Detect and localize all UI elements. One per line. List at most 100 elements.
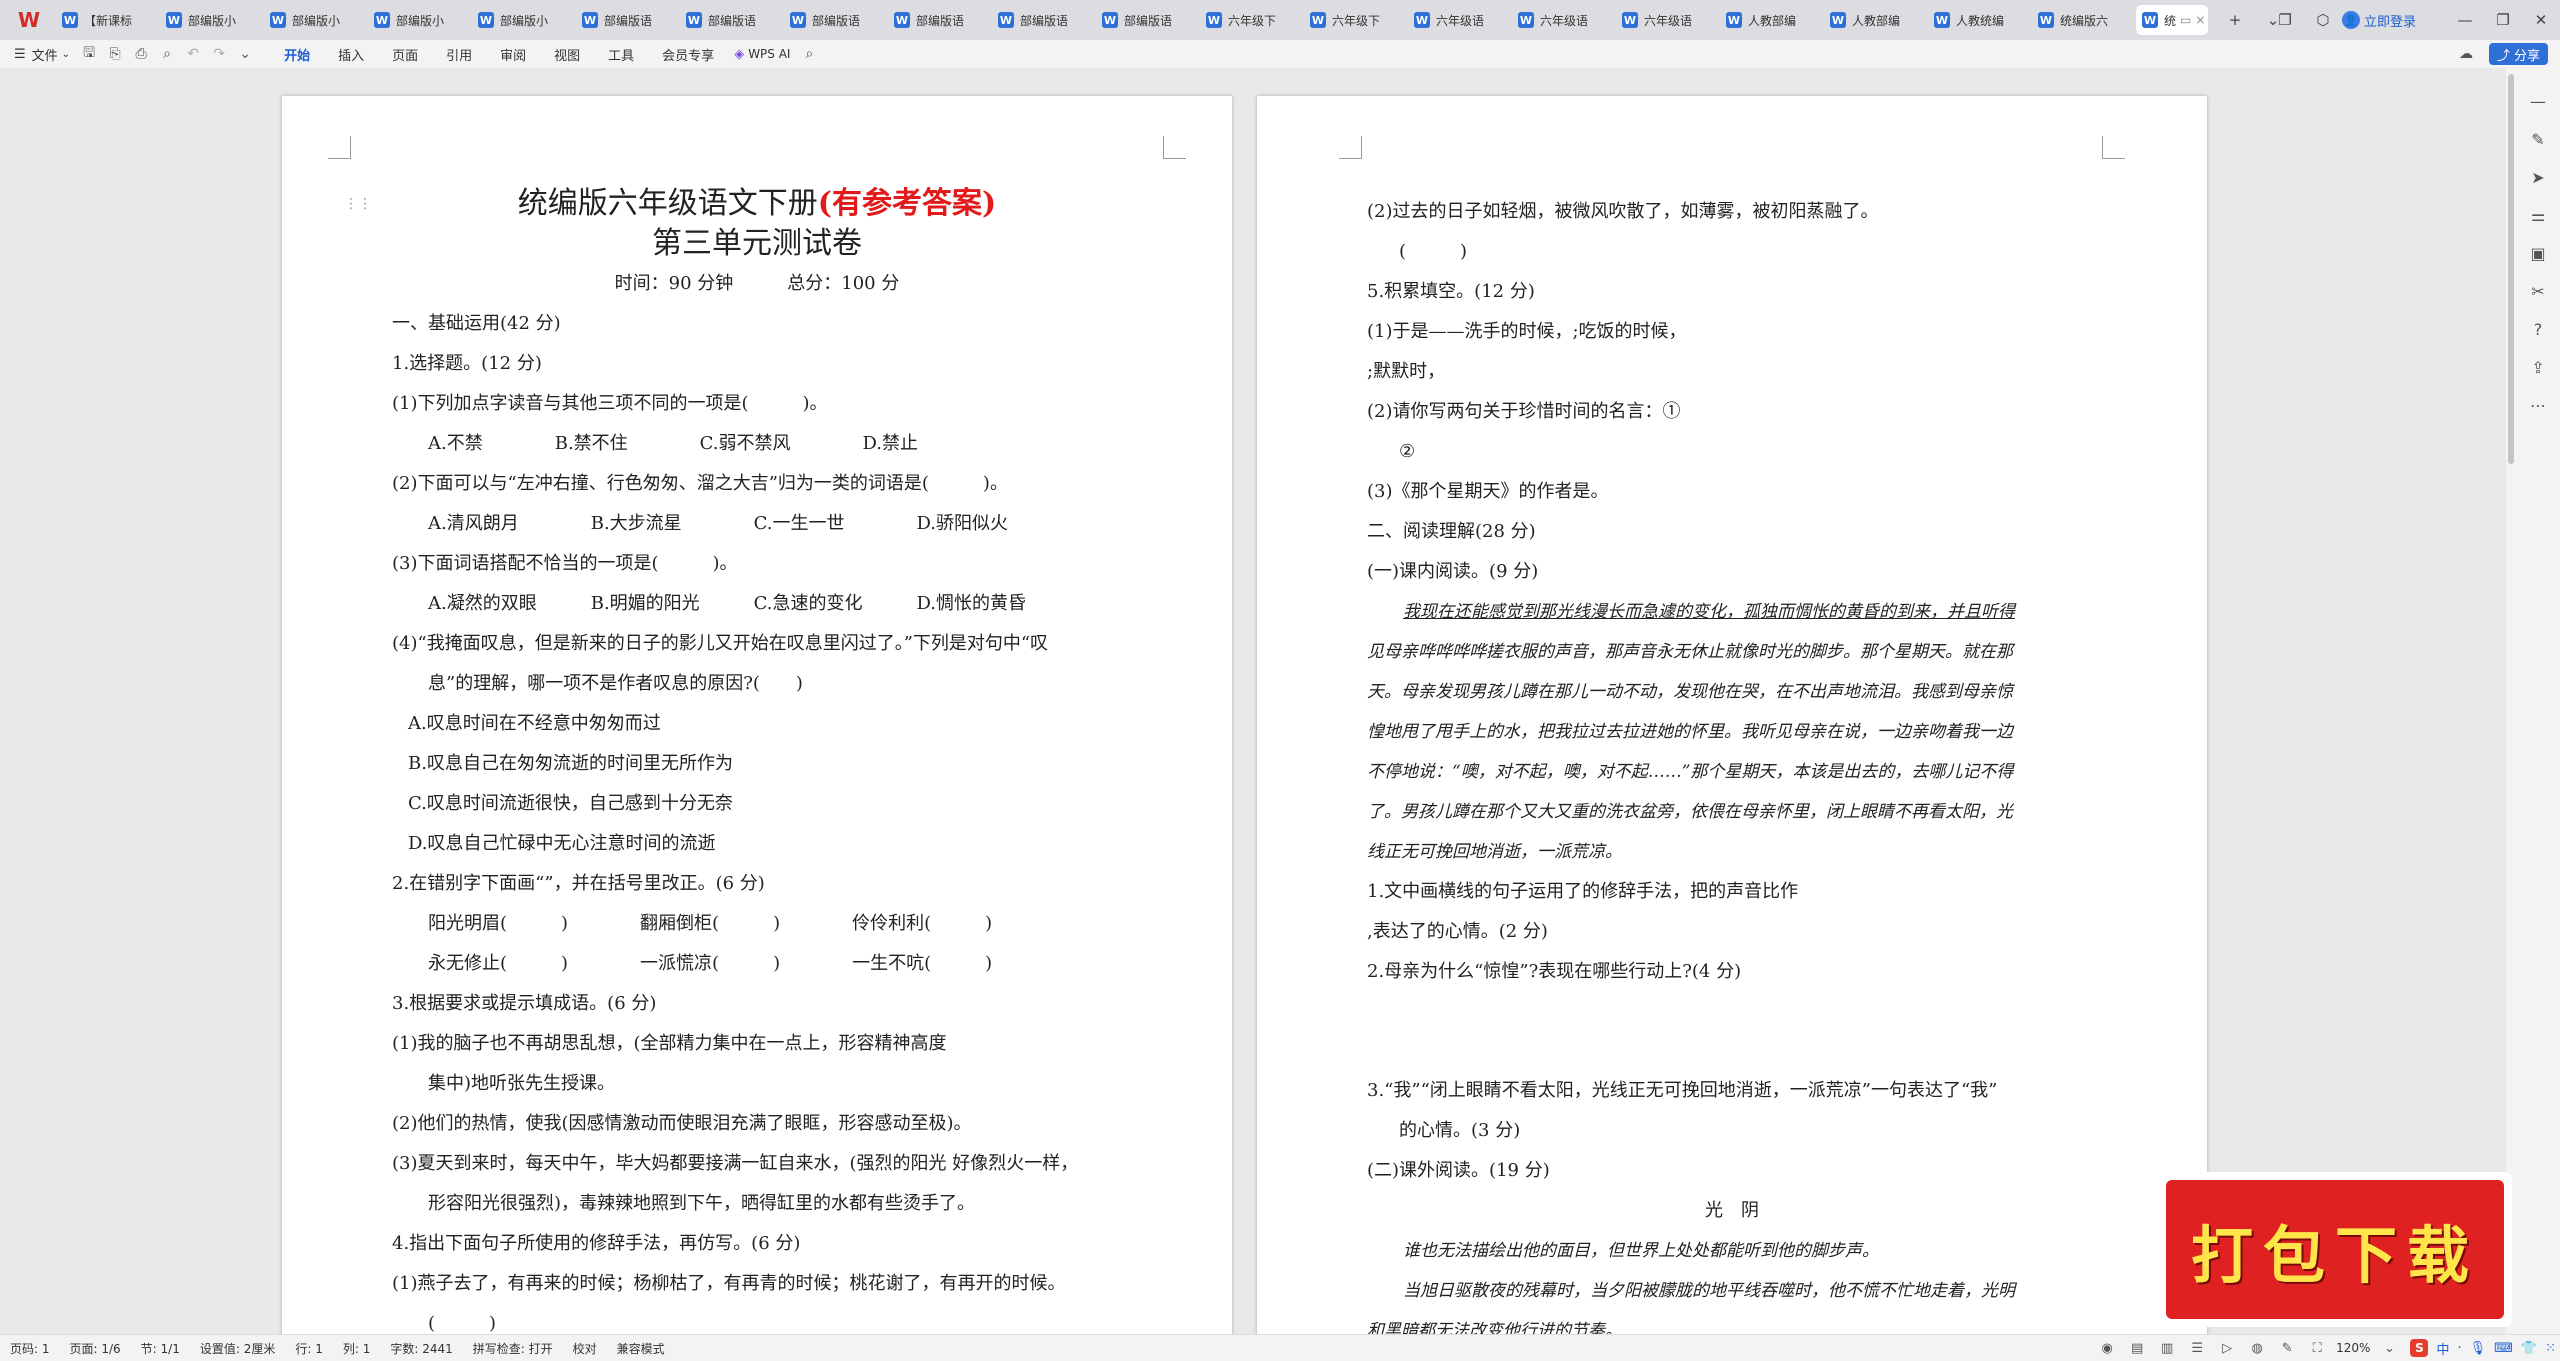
file-menu[interactable]: ☰ 文件 ⌄ [14, 45, 70, 64]
collapse-icon[interactable]: — [2526, 89, 2550, 113]
page1-text-line: 4.指出下面句子所使用的修辞手法，再仿写。(6 分) [392, 1233, 801, 1254]
zoom-level[interactable]: 120% [2336, 1341, 2370, 1355]
status-proof[interactable]: 校对 [573, 1340, 597, 1357]
page1-text-line: A.不禁 B.禁不住 C.弱不禁风 D.禁止 [428, 433, 919, 454]
quick-access-chevron-icon[interactable]: ⌄ [235, 44, 255, 64]
tab-document[interactable]: W 六年级语 [1616, 5, 1712, 35]
vertical-scrollbar[interactable] [2506, 68, 2516, 1334]
tab-document[interactable]: W 六年级语 [1408, 5, 1504, 35]
menu-tab-7[interactable]: 会员专享 [662, 45, 714, 64]
tab-document[interactable]: W 部编版语 [576, 5, 672, 35]
more-icon[interactable]: ⋯ [2526, 393, 2550, 417]
format-icon[interactable]: ▣ [2526, 241, 2550, 265]
redo-icon[interactable]: ↷ [209, 44, 229, 64]
status-compat-mode[interactable]: 兼容模式 [617, 1340, 665, 1357]
word-doc-icon: W [478, 12, 494, 28]
wps-ai-button[interactable]: ◈ WPS AI [734, 47, 790, 62]
document-workspace[interactable]: ⋮⋮ 统编版六年级语文下册(有参考答案) 第三单元测试卷 时间：90 分钟 总分… [0, 68, 2516, 1334]
tab-active-document[interactable]: W 统 ▭ × [2136, 5, 2208, 35]
word-doc-icon: W [790, 12, 806, 28]
tab-document[interactable]: W 六年级下 [1304, 5, 1400, 35]
eye-protection-icon[interactable]: ◉ [2098, 1339, 2116, 1357]
menu-tab-6[interactable]: 工具 [608, 45, 634, 64]
status-spell-check[interactable]: 拼写检查: 打开 [473, 1340, 553, 1357]
cursor-icon[interactable]: ➤ [2526, 165, 2550, 189]
close-tab-icon[interactable]: × [2195, 13, 2205, 27]
tab-document[interactable]: W 【新课标 [56, 5, 152, 35]
status-section[interactable]: 节: 1/1 [141, 1340, 180, 1357]
status-page-number[interactable]: 页码: 1 [10, 1340, 50, 1357]
page2-text-line: ;默默时， [1367, 361, 1446, 382]
ime-mic-icon: 🎙 [2469, 1340, 2487, 1356]
wps-logo-icon[interactable]: W [12, 6, 46, 34]
page-view-icon[interactable]: ▤ [2128, 1339, 2146, 1357]
help-icon[interactable]: ? [2526, 317, 2550, 341]
fit-page-icon[interactable]: ⛶ [2308, 1339, 2326, 1357]
cube-icon[interactable]: ⬡ [2312, 9, 2334, 31]
minimize-icon[interactable]: — [2454, 9, 2476, 31]
tab-document[interactable]: W 部编版小 [160, 5, 256, 35]
tab-document[interactable]: W 部编版语 [1096, 5, 1192, 35]
new-tab-button[interactable]: + [2224, 9, 2246, 31]
tab-document[interactable]: W 人教统编 [1928, 5, 2024, 35]
tab-document[interactable]: W 统编版六 [2032, 5, 2128, 35]
page1-text-line: 形容阳光很强烈)，毒辣辣地照到下午，晒得缸里的水都有些烫手了。 [428, 1193, 976, 1214]
word-doc-icon: W [1830, 12, 1846, 28]
tools-icon[interactable]: ✂ [2526, 279, 2550, 303]
tab-label: 【新课标 [84, 13, 133, 28]
undo-icon[interactable]: ↶ [183, 44, 203, 64]
menu-tab-1[interactable]: 插入 [338, 45, 364, 64]
menu-tab-4[interactable]: 审阅 [500, 45, 526, 64]
export-icon[interactable]: ⎘ [105, 44, 125, 64]
scrollbar-thumb[interactable] [2508, 74, 2514, 464]
tab-document[interactable]: W 部编版小 [264, 5, 360, 35]
tab-document[interactable]: W 部编版小 [368, 5, 464, 35]
menu-tab-2[interactable]: 页面 [392, 45, 418, 64]
print-preview-icon[interactable]: ⌕ [157, 44, 177, 64]
cloud-icon[interactable]: ☁ [2456, 44, 2476, 64]
status-pages[interactable]: 页面: 1/6 [70, 1340, 121, 1357]
settings-sliders-icon[interactable]: ⚌ [2526, 203, 2550, 227]
tab-document[interactable]: W 部编版语 [680, 5, 776, 35]
globe-icon[interactable]: ◍ [2248, 1339, 2266, 1357]
status-setting[interactable]: 设置值: 2厘米 [200, 1340, 276, 1357]
share-button[interactable]: ⤴ 分享 [2488, 43, 2548, 65]
outline-view-icon[interactable]: ☰ [2188, 1339, 2206, 1357]
tab-document[interactable]: W 六年级下 [1200, 5, 1296, 35]
web-layout-icon[interactable]: ▥ [2158, 1339, 2176, 1357]
tab-document[interactable]: W 部编版语 [992, 5, 1088, 35]
page2-text-line: ,表达了的心情。(2 分) [1367, 921, 1548, 942]
share-doc-icon[interactable]: ⇪ [2526, 355, 2550, 379]
menu-tab-3[interactable]: 引用 [446, 45, 472, 64]
login-button[interactable]: 👤 立即登录 [2341, 11, 2416, 30]
status-word-count[interactable]: 字数: 2441 [390, 1340, 452, 1357]
document-page-2[interactable]: (2)过去的日子如轻烟，被微风吹散了，如薄雾，被初阳蒸融了。 ( ) 5.积累填空。… [1257, 96, 2207, 1334]
tab-document[interactable]: W 部编版语 [888, 5, 984, 35]
search-icon[interactable]: ⌕ [799, 44, 819, 64]
ime-toolbar[interactable]: S 中 · 🎙 ⌨ 👕 ⁙ [2410, 1339, 2560, 1358]
document-page-1[interactable]: ⋮⋮ 统编版六年级语文下册(有参考答案) 第三单元测试卷 时间：90 分钟 总分… [282, 96, 1232, 1334]
download-banner[interactable]: 打包下载 [2158, 1172, 2512, 1327]
tab-document[interactable]: W 部编版小 [472, 5, 568, 35]
tab-document[interactable]: W 人教部编 [1824, 5, 1920, 35]
menu-tab-5[interactable]: 视图 [554, 45, 580, 64]
tab-document[interactable]: W 部编版语 [784, 5, 880, 35]
restore-icon[interactable]: ❐ [2492, 9, 2514, 31]
window-layout-icon[interactable]: ❐ [2274, 9, 2296, 31]
ime-mode-label: 中 [2436, 1342, 2450, 1358]
page1-text-line: (2)他们的热情，使我(因感情激动而使眼泪充满了眼眶，形容感动至极)。 [392, 1113, 972, 1134]
menu-tab-0[interactable]: 开始 [284, 45, 311, 70]
save-icon[interactable]: 🖫 [79, 44, 99, 64]
print-icon[interactable]: ⎙ [131, 44, 151, 64]
tab-document[interactable]: W 六年级语 [1512, 5, 1608, 35]
tab-label: 六年级下 [1332, 13, 1381, 28]
play-icon[interactable]: ▷ [2218, 1339, 2236, 1357]
article-text-line: 和黑暗都无法改变他行进的节奏。 [1367, 1321, 1622, 1334]
pen-icon[interactable]: ✎ [2526, 127, 2550, 151]
share-icon: ⤴ [2496, 48, 2510, 64]
edit-mode-icon[interactable]: ✎ [2278, 1339, 2296, 1357]
tab-document[interactable]: W 人教部编 [1720, 5, 1816, 35]
status-col: 列: 1 [342, 1341, 371, 1356]
close-window-icon[interactable]: ✕ [2530, 9, 2552, 31]
zoom-chevron-icon[interactable]: ⌄ [2380, 1339, 2398, 1357]
